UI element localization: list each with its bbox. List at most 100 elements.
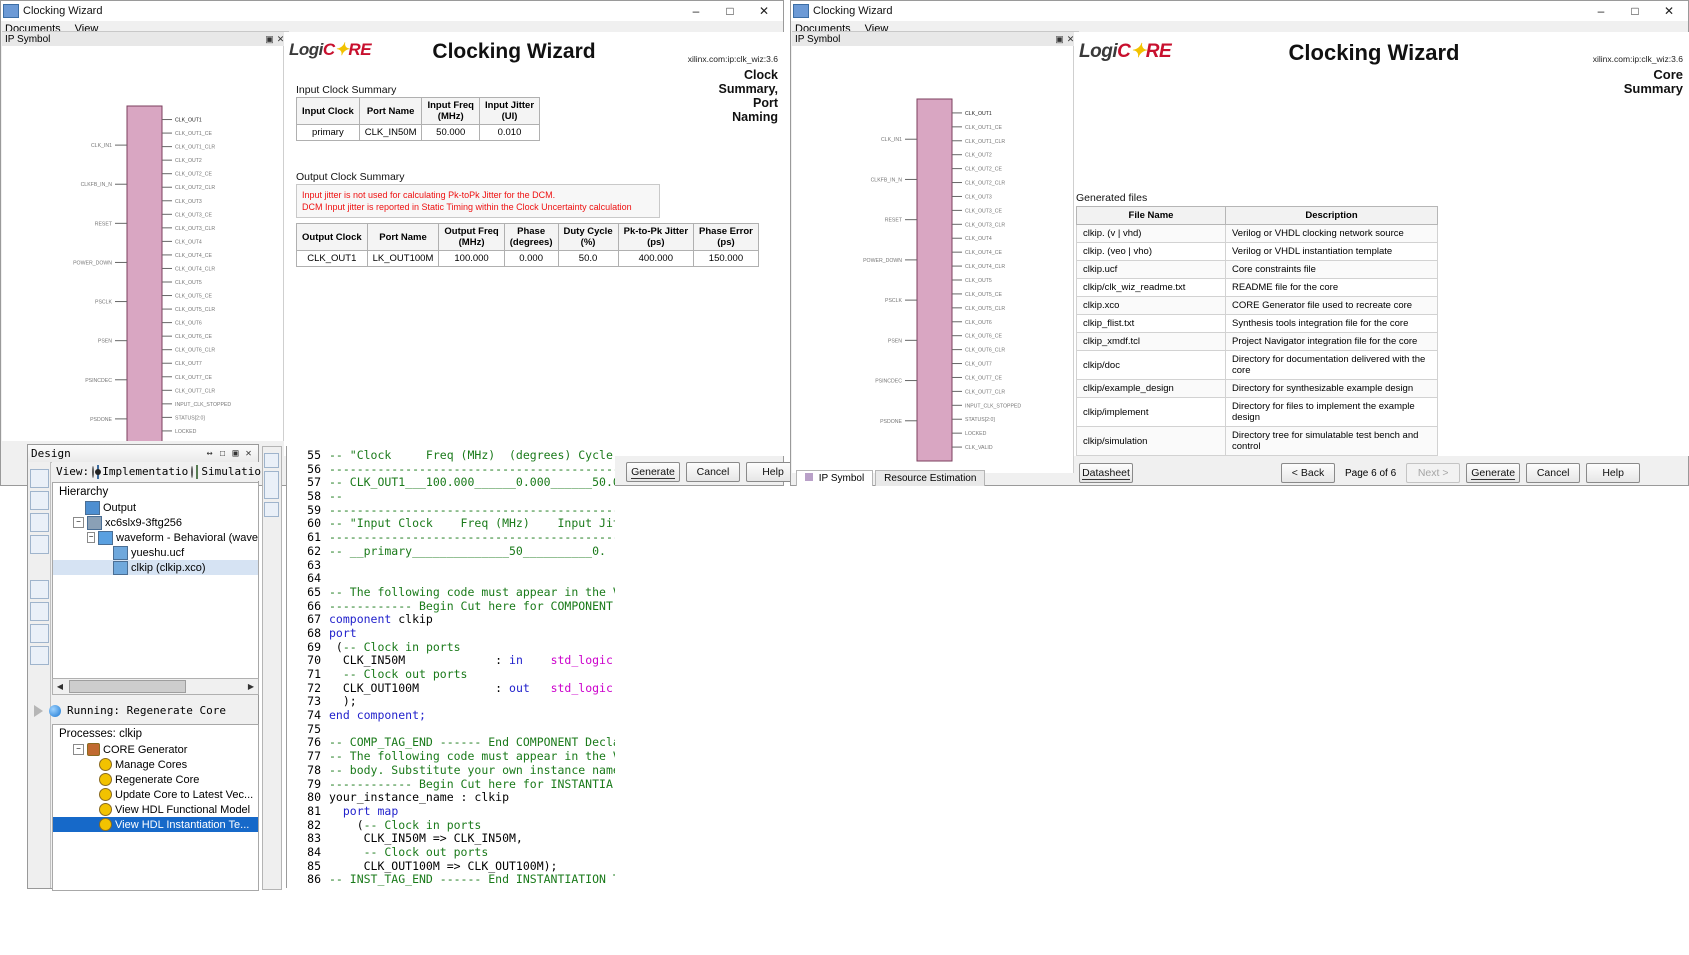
code-line[interactable]: 81 port map: [287, 804, 615, 819]
process-expander-icon[interactable]: −: [73, 744, 84, 755]
processes-tree[interactable]: − CORE Generator Manage Cores Regenerate Co…: [53, 742, 258, 832]
view-selector-row[interactable]: View: Implementatio Simulatio: [52, 462, 261, 481]
tree-expander-icon[interactable]: [101, 548, 110, 557]
code-line[interactable]: 73 );: [287, 695, 615, 709]
hierarchy-tree-item[interactable]: − waveform - Behavioral (wave: [53, 530, 258, 545]
code-line[interactable]: 78 -- body. Substitute your own instance …: [287, 763, 615, 778]
code-line[interactable]: 70 CLK_IN50M : in std_logic;: [287, 653, 615, 668]
clocking-wizard-window-left[interactable]: Clocking Wizard – □ ✕ Documents View IP …: [0, 0, 800, 486]
panel-undock-icon-right[interactable]: ▣: [1054, 34, 1065, 45]
code-line[interactable]: 68 port: [287, 626, 615, 641]
minimize-button-right[interactable]: –: [1584, 2, 1618, 21]
scroll-thumb-icon[interactable]: [264, 471, 279, 499]
code-line[interactable]: 85 CLK_OUT100M => CLK_OUT100M);: [287, 859, 615, 874]
tab-resource-estimation[interactable]: Resource Estimation: [875, 470, 986, 486]
code-lines[interactable]: 55 -- "Clock Freq (MHz) (degrees) Cycle (…: [287, 448, 615, 887]
close-button-right[interactable]: ✕: [1652, 2, 1686, 21]
hscroll-thumb[interactable]: [69, 680, 186, 693]
code-line[interactable]: 79 ------------ Begin Cut here for INSTAN…: [287, 777, 615, 792]
bottom-tabbar-right[interactable]: IP Symbol Resource Estimation: [796, 468, 986, 486]
tree-expander-icon[interactable]: [101, 563, 110, 572]
hscroll-left-arrow[interactable]: ◀: [53, 682, 67, 691]
process-expander-icon[interactable]: [87, 760, 96, 769]
view-implementation-radio[interactable]: [92, 465, 102, 478]
hscroll-right-arrow[interactable]: ▶: [244, 682, 258, 691]
button-row-left[interactable]: Generate Cancel Help: [626, 462, 800, 482]
code-line[interactable]: 55 -- "Clock Freq (MHz) (degrees) Cycle (…: [287, 448, 615, 463]
footer-nav-buttons-right[interactable]: < Back Page 6 of 6 Next > Generate Cance…: [1281, 463, 1641, 483]
code-line[interactable]: 66 ------------ Begin Cut here for COMPON…: [287, 599, 615, 614]
process-tree-item[interactable]: Regenerate Core: [53, 772, 258, 787]
code-line[interactable]: 59 --------------------------------------…: [287, 503, 615, 518]
code-line[interactable]: 60 -- "Input Clock Freq (MHz) Input Jitt: [287, 517, 615, 531]
process-tree-item[interactable]: Update Core to Latest Vec...: [53, 787, 258, 802]
tree-expander-icon[interactable]: [73, 503, 82, 512]
close-button-left[interactable]: ✕: [747, 2, 781, 21]
titlebar-left[interactable]: Clocking Wizard – □ ✕: [1, 1, 783, 21]
process-expander-icon[interactable]: [87, 790, 96, 799]
code-line[interactable]: 56 --------------------------------------…: [287, 462, 615, 477]
hierarchy-tree-panel[interactable]: Hierarchy Output − xc6slx9-3ftg256− wavefor…: [52, 482, 259, 679]
process-tree-item[interactable]: − CORE Generator: [53, 742, 258, 757]
hdl-instantiation-editor[interactable]: 55 -- "Clock Freq (MHz) (degrees) Cycle (…: [286, 446, 615, 888]
code-line[interactable]: 65 -- The following code must appear in t…: [287, 585, 615, 600]
code-line[interactable]: 84 -- Clock out ports: [287, 845, 615, 860]
code-line[interactable]: 83 CLK_IN50M => CLK_IN50M,: [287, 831, 615, 846]
scroll-down-icon[interactable]: [264, 502, 279, 517]
close-panel-icon[interactable]: ✕: [242, 448, 255, 459]
code-line[interactable]: 82 (-- Clock in ports: [287, 818, 615, 833]
design-summary-icon[interactable]: [29, 469, 49, 488]
code-line[interactable]: 63: [287, 558, 615, 573]
code-line[interactable]: 80 your_instance_name : clkip: [287, 790, 615, 805]
code-line[interactable]: 71 -- Clock out ports: [287, 667, 615, 682]
libraries-icon[interactable]: [29, 513, 49, 532]
code-line[interactable]: 75: [287, 722, 615, 737]
code-line[interactable]: 58 --: [287, 489, 615, 504]
run-arrow-icon[interactable]: [34, 704, 43, 717]
ip-catalog-icon[interactable]: [29, 580, 49, 599]
code-line[interactable]: 86 -- INST_TAG_END ------ End INSTANTIATI…: [287, 872, 615, 887]
console-icon[interactable]: [29, 602, 49, 621]
cancel-button-left[interactable]: Cancel: [686, 462, 740, 482]
hierarchy-tree-item[interactable]: − xc6slx9-3ftg256: [53, 515, 258, 530]
processes-panel[interactable]: Processes: clkip − CORE Generator Manage C…: [52, 724, 259, 891]
process-tree-item[interactable]: View HDL Instantiation Te...: [53, 817, 258, 832]
help-button-right[interactable]: Help: [1586, 463, 1641, 483]
minimize-button-left[interactable]: –: [679, 2, 713, 21]
scroll-up-icon[interactable]: [264, 453, 279, 468]
code-line[interactable]: 77 -- The following code must appear in t…: [287, 749, 615, 764]
code-line[interactable]: 74 end component;: [287, 708, 615, 723]
hierarchy-tree-item[interactable]: yueshu.ucf: [53, 545, 258, 560]
process-expander-icon[interactable]: [87, 820, 96, 829]
errors-icon[interactable]: [29, 624, 49, 643]
process-expander-icon[interactable]: [87, 805, 96, 814]
titlebar-right[interactable]: Clocking Wizard – □ ✕: [791, 1, 1688, 21]
warnings-icon[interactable]: [29, 646, 49, 665]
code-line[interactable]: 64: [287, 571, 615, 586]
code-line[interactable]: 61 --------------------------------------…: [287, 530, 615, 545]
maximize-button-right[interactable]: □: [1618, 2, 1652, 21]
design-panel-header[interactable]: Design ↔ ☐ ▣ ✕: [28, 445, 258, 463]
code-line[interactable]: 57 -- CLK_OUT1___100.000______0.000______…: [287, 476, 615, 490]
hierarchy-tree-item[interactable]: clkip (clkip.xco): [53, 560, 258, 575]
snapshots-icon[interactable]: [29, 535, 49, 554]
generate-button-right[interactable]: Generate: [1466, 463, 1521, 483]
code-line[interactable]: 72 CLK_OUT100M : out std_logic: [287, 681, 615, 696]
tab-ip-symbol[interactable]: IP Symbol: [796, 470, 874, 486]
cancel-button-right[interactable]: Cancel: [1526, 463, 1581, 483]
process-tree-item[interactable]: View HDL Functional Model: [53, 802, 258, 817]
maximize-button-left[interactable]: □: [713, 2, 747, 21]
tree-expander-icon[interactable]: −: [73, 517, 84, 528]
hierarchy-tree-item[interactable]: Output: [53, 500, 258, 515]
process-expander-icon[interactable]: [87, 775, 96, 784]
clocking-wizard-window-right[interactable]: Clocking Wizard – □ ✕ Documents View IP …: [790, 0, 1689, 486]
undock-icon[interactable]: ▣: [229, 448, 242, 459]
restore-icon[interactable]: ☐: [216, 448, 229, 459]
tree-expander-icon[interactable]: −: [87, 532, 96, 543]
code-line[interactable]: 76 -- COMP_TAG_END ------ End COMPONENT D…: [287, 736, 615, 750]
code-line[interactable]: 67 component clkip: [287, 612, 615, 627]
datasheet-button[interactable]: Datasheet: [1079, 463, 1133, 483]
hierarchy-hscrollbar[interactable]: ◀ ▶: [52, 678, 259, 695]
resize-arrows-icon[interactable]: ↔: [203, 448, 216, 459]
back-button[interactable]: < Back: [1281, 463, 1335, 483]
